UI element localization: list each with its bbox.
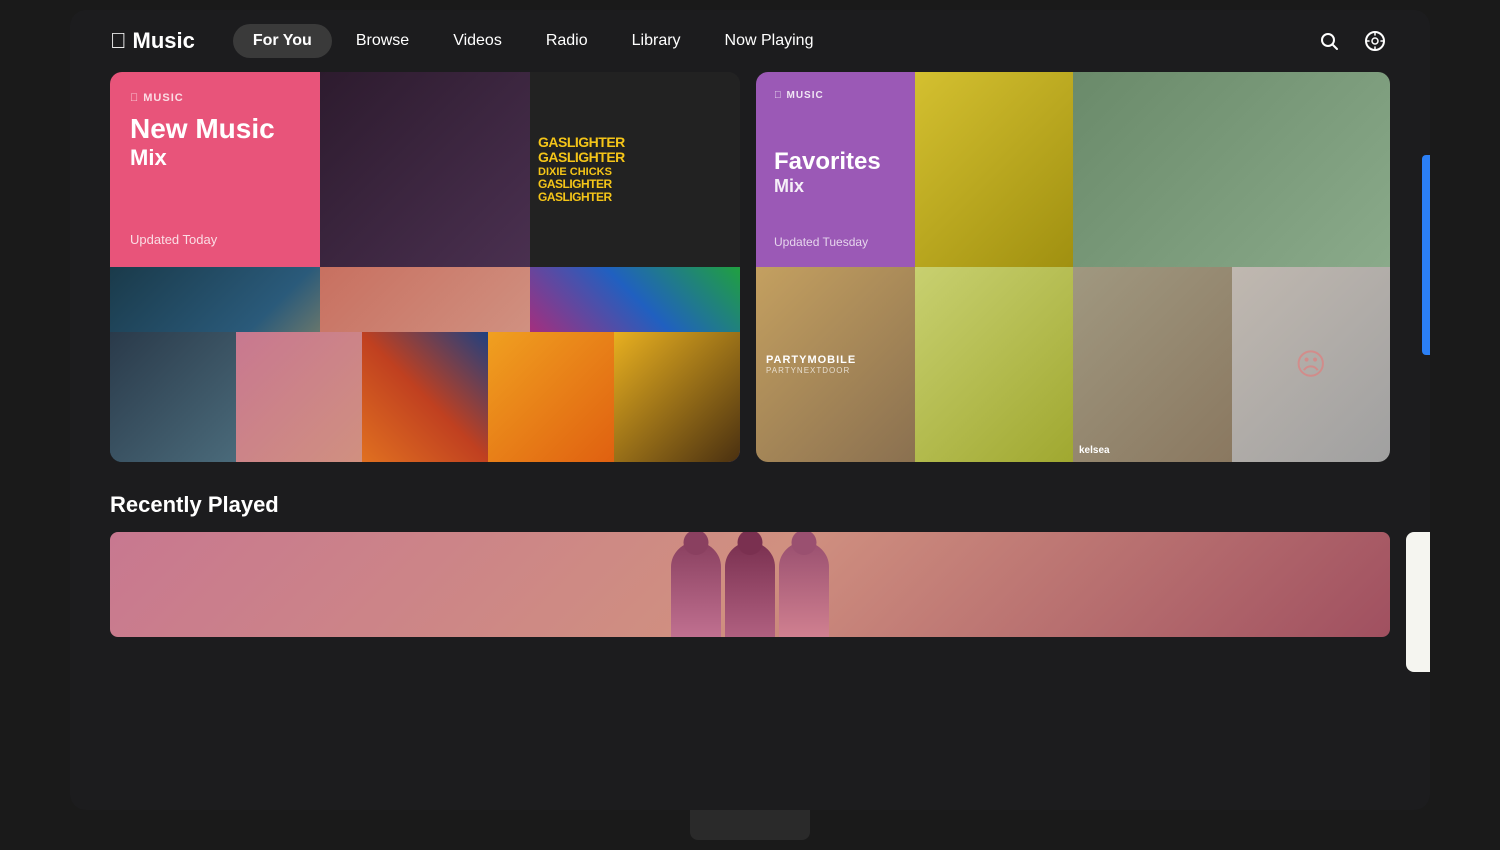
- head-2: [738, 532, 763, 555]
- nav-icons: [1314, 26, 1390, 56]
- silhouette-2: [725, 542, 775, 637]
- album-thumb-1: [320, 72, 530, 267]
- gaslighter-line-2: GASLIGHTER: [538, 150, 732, 165]
- nav-for-you[interactable]: For You: [233, 24, 332, 58]
- bottom-thumbs-row: [110, 332, 740, 462]
- app-logo:  Music: [110, 28, 195, 54]
- new-music-label:  MUSIC: [130, 92, 300, 104]
- album-bottom-1: [110, 332, 236, 462]
- smiley-icon: ☹: [1295, 347, 1326, 382]
- album-bottom-5: [614, 332, 740, 462]
- gaslighter-line-3: GASLIGHTER: [538, 178, 732, 191]
- fav-updated: Updated Tuesday: [774, 235, 897, 249]
- new-music-mix-card[interactable]:  MUSIC New Music Mix Updated Today: [110, 72, 740, 462]
- settings-icon[interactable]: [1360, 26, 1390, 56]
- fav-title-sub: Mix: [774, 176, 897, 197]
- fav-apple-icon: : [774, 90, 783, 101]
- album-bottom-4: [488, 332, 614, 462]
- rp-card-rap-life[interactable]:  MUSIC RAP LIFE: [1406, 532, 1430, 672]
- fav-thumb-kelsea: kelsea: [1073, 267, 1232, 462]
- apple-music-logo-small: : [130, 92, 139, 104]
- partymobile-text-overlay: PARTYMOBILE PARTYNEXTDOOR: [756, 267, 915, 462]
- fav-thumb-chart: [915, 267, 1074, 462]
- silhouette-3: [779, 542, 829, 637]
- head-3: [792, 532, 817, 555]
- main-content:  MUSIC New Music Mix Updated Today: [70, 72, 1430, 810]
- album-bottom-3: [362, 332, 488, 462]
- fav-thumb-yellow: [915, 72, 1074, 267]
- nav-items: For You Browse Videos Radio Library Now …: [233, 24, 1306, 58]
- new-music-main-panel:  MUSIC New Music Mix Updated Today: [110, 72, 320, 267]
- recently-played-section: Recently Played: [110, 492, 1390, 672]
- tv-frame:  Music For You Browse Videos Radio Libr…: [70, 10, 1430, 810]
- gaslighter-overlay: GASLIGHTER GASLIGHTER DIXIE CHICKS GASLI…: [530, 72, 740, 267]
- nav-library[interactable]: Library: [612, 24, 701, 58]
- new-music-title-sub: Mix: [130, 145, 300, 171]
- new-music-updated: Updated Today: [130, 232, 300, 247]
- app-title: Music: [133, 28, 195, 54]
- head-1: [684, 532, 709, 555]
- nav-radio[interactable]: Radio: [526, 24, 608, 58]
- fav-thumb-landscape: [1073, 72, 1390, 267]
- nav-now-playing[interactable]: Now Playing: [705, 24, 834, 58]
- kelsea-label: kelsea: [1079, 445, 1110, 456]
- rp-card-three-figures[interactable]: [110, 532, 1390, 637]
- search-icon[interactable]: [1314, 26, 1344, 56]
- partymobile-title: PARTYMOBILE: [766, 354, 856, 366]
- fav-thumb-partymobile: PARTYMOBILE PARTYNEXTDOOR: [756, 267, 915, 462]
- recently-played-row:  MUSIC RAP LIFE STEREO: [110, 532, 1390, 672]
- fav-thumb-smiley: ☹: [1232, 267, 1391, 462]
- new-music-title-main: New Music: [130, 114, 300, 145]
- apple-icon: : [110, 28, 127, 54]
- tv-stand: [690, 810, 810, 840]
- sidebar-scroll-indicator: [1422, 155, 1430, 355]
- favorites-main-panel:  MUSIC Favorites Mix Updated Tuesday: [756, 72, 915, 267]
- nav-browse[interactable]: Browse: [336, 24, 429, 58]
- fav-label:  MUSIC: [774, 90, 897, 101]
- fav-title: Favorites Mix: [774, 140, 897, 197]
- gaslighter-line-1: GASLIGHTER: [538, 135, 732, 150]
- recently-played-title: Recently Played: [110, 492, 1390, 518]
- new-music-title: New Music Mix: [130, 114, 300, 171]
- nav-videos[interactable]: Videos: [433, 24, 522, 58]
- album-bottom-2: [236, 332, 362, 462]
- fav-title-main: Favorites: [774, 148, 897, 176]
- gaslighter-line-4: GASLIGHTER: [538, 191, 732, 204]
- silhouette-1: [671, 542, 721, 637]
- favorites-mix-card[interactable]:  MUSIC Favorites Mix Updated Tuesday: [756, 72, 1390, 462]
- album-gaslighter: GASLIGHTER GASLIGHTER DIXIE CHICKS GASLI…: [530, 72, 740, 267]
- partymobile-subtitle: PARTYNEXTDOOR: [766, 366, 850, 375]
- featured-section:  MUSIC New Music Mix Updated Today: [110, 72, 1390, 462]
- silhouettes: [110, 532, 1390, 637]
- dixie-chicks-line: DIXIE CHICKS: [538, 166, 732, 178]
- navbar:  Music For You Browse Videos Radio Libr…: [70, 10, 1430, 72]
